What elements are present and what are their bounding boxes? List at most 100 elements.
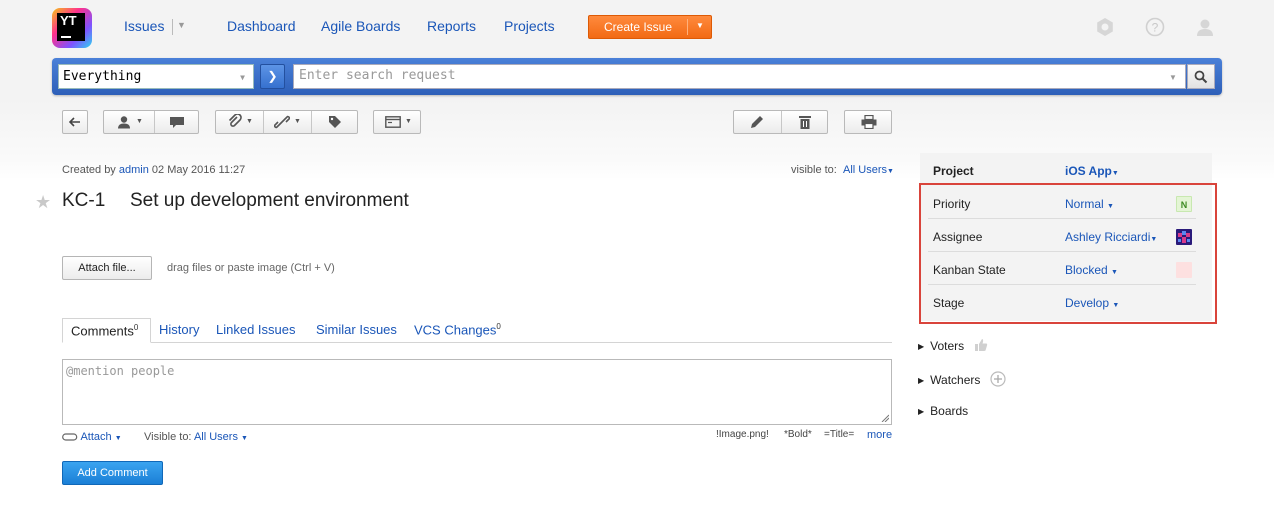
create-issue-dropdown-icon[interactable]: ▼ — [696, 21, 704, 30]
command-window-button[interactable]: ▼ — [373, 110, 421, 134]
context-dropdown-icon: ▼ — [240, 73, 245, 82]
triangle-right-icon: ▶ — [918, 376, 925, 385]
tab-label: VCS Changes — [414, 322, 497, 338]
comment-visibility-dropdown[interactable]: All Users ▼ — [194, 431, 248, 443]
logo-underline — [61, 36, 71, 38]
triangle-right-icon: ▶ — [918, 342, 925, 351]
go-arrow-button[interactable]: ❯ — [260, 64, 285, 89]
created-date: 02 May 2016 11:27 — [151, 164, 246, 176]
add-comment-button[interactable]: Add Comment — [62, 461, 163, 485]
tab-label: Comments — [71, 323, 134, 339]
project-value[interactable]: iOS App▼ — [1065, 164, 1119, 178]
search-bar: Everything ▼ ❯ Enter search request ▼ — [52, 58, 1222, 95]
chevron-down-icon: ▼ — [246, 118, 253, 125]
svg-text:?: ? — [1152, 21, 1159, 35]
attach-label: Attach — [80, 431, 112, 443]
tabs-underline — [62, 342, 892, 343]
youtrack-logo[interactable]: YT — [52, 8, 92, 48]
visible-to-label: visible to: — [791, 164, 837, 176]
assign-user-button[interactable]: ▼ — [104, 111, 154, 133]
nav-issues[interactable]: Issues — [124, 18, 164, 34]
create-issue-label: Create Issue — [604, 20, 673, 34]
created-by-label: Created by — [62, 164, 116, 176]
voters-section[interactable]: ▶ Voters — [918, 338, 988, 353]
drag-files-hint: drag files or paste image (Ctrl + V) — [167, 262, 335, 274]
tag-button[interactable] — [312, 111, 359, 133]
tab-linked-issues[interactable]: Linked Issues — [216, 322, 296, 337]
settings-icon[interactable] — [1095, 17, 1115, 37]
comment-button[interactable] — [155, 111, 200, 133]
comment-visible-label: Visible to: — [144, 431, 192, 443]
thumbs-up-icon[interactable] — [974, 338, 988, 352]
star-icon[interactable]: ★ — [35, 192, 51, 213]
search-button[interactable] — [1187, 64, 1215, 89]
link-issue-button[interactable]: ▼ — [264, 111, 311, 133]
print-button[interactable] — [844, 110, 892, 134]
tag-icon — [329, 116, 341, 128]
chevron-down-icon: ▼ — [241, 435, 248, 442]
comment-visibility: Visible to: All Users ▼ — [144, 431, 248, 443]
markup-hint-bold: *Bold* — [784, 429, 812, 440]
visibility-value: All Users — [842, 164, 887, 176]
field-value: iOS App — [1065, 164, 1112, 178]
chevron-down-icon: ▼ — [1111, 170, 1119, 177]
attach-link-tag-group: ▼ ▼ — [215, 110, 358, 134]
search-icon — [1194, 70, 1208, 84]
chevron-down-icon: ▼ — [887, 168, 894, 175]
nav-separator — [172, 19, 173, 35]
tab-count: 0 — [133, 323, 139, 332]
issue-created-info: Created by admin 02 May 2016 11:27 — [62, 164, 245, 176]
search-context-select[interactable]: Everything ▼ — [58, 64, 254, 89]
pencil-icon — [751, 116, 763, 128]
user-icon[interactable] — [1195, 17, 1215, 37]
triangle-right-icon: ▶ — [918, 407, 925, 416]
visibility-dropdown[interactable]: All Users▼ — [843, 164, 894, 176]
arrow-left-icon — [69, 117, 80, 127]
issue-summary[interactable]: Set up development environment — [130, 190, 409, 212]
tab-similar-issues[interactable]: Similar Issues — [316, 322, 397, 337]
delete-button[interactable] — [782, 111, 829, 133]
search-context-value: Everything — [63, 69, 142, 84]
markup-more-link[interactable]: more — [867, 429, 892, 441]
search-input[interactable]: Enter search request — [293, 64, 1186, 89]
watchers-section[interactable]: ▶ Watchers — [918, 371, 1006, 387]
chevron-down-icon: ▼ — [114, 435, 122, 442]
chevron-right-icon: ❯ — [267, 69, 278, 83]
comment-textarea[interactable]: @mention people — [62, 359, 892, 425]
add-watcher-icon[interactable] — [990, 371, 1006, 387]
chevron-down-icon: ▼ — [136, 118, 143, 125]
paperclip-icon — [62, 433, 78, 441]
comment-attach[interactable]: Attach ▼ — [62, 431, 122, 443]
paperclip-icon — [228, 114, 242, 127]
nav-reports[interactable]: Reports — [427, 18, 476, 34]
nav-agile-boards[interactable]: Agile Boards — [321, 18, 400, 34]
comment-icon — [170, 117, 184, 128]
boards-section[interactable]: ▶ Boards — [918, 404, 968, 418]
back-button[interactable] — [62, 110, 88, 134]
create-issue-button[interactable]: Create Issue ▼ — [588, 15, 712, 39]
nav-dashboard[interactable]: Dashboard — [227, 18, 296, 34]
comment-visibility-value: All Users — [193, 431, 238, 443]
edit-delete-group — [733, 110, 828, 134]
section-label: Watchers — [930, 373, 981, 387]
search-history-dropdown-icon[interactable]: ▼ — [1169, 73, 1177, 82]
command-window-icon — [385, 116, 401, 128]
link-icon — [274, 115, 290, 129]
issues-dropdown-caret-icon[interactable]: ▼ — [177, 20, 186, 30]
attach-file-button[interactable]: Attach file... — [62, 256, 152, 280]
nav-projects[interactable]: Projects — [504, 18, 555, 34]
printer-icon — [861, 115, 877, 129]
help-icon[interactable]: ? — [1145, 17, 1165, 37]
tab-vcs-changes[interactable]: VCS Changes0 — [414, 322, 501, 337]
tab-comments[interactable]: Comments0 — [62, 318, 151, 343]
markup-hint-title: =Title= — [824, 429, 855, 440]
resize-handle-icon[interactable] — [881, 414, 889, 422]
author-link[interactable]: admin — [119, 164, 149, 176]
field-name: Project — [933, 164, 974, 178]
attach-button[interactable]: ▼ — [216, 111, 263, 133]
edit-button[interactable] — [734, 111, 781, 133]
tab-history[interactable]: History — [159, 322, 199, 337]
assign-comment-group: ▼ — [103, 110, 199, 134]
chevron-down-icon: ▼ — [405, 118, 412, 125]
issue-visibility: visible to: All Users▼ — [791, 164, 894, 176]
